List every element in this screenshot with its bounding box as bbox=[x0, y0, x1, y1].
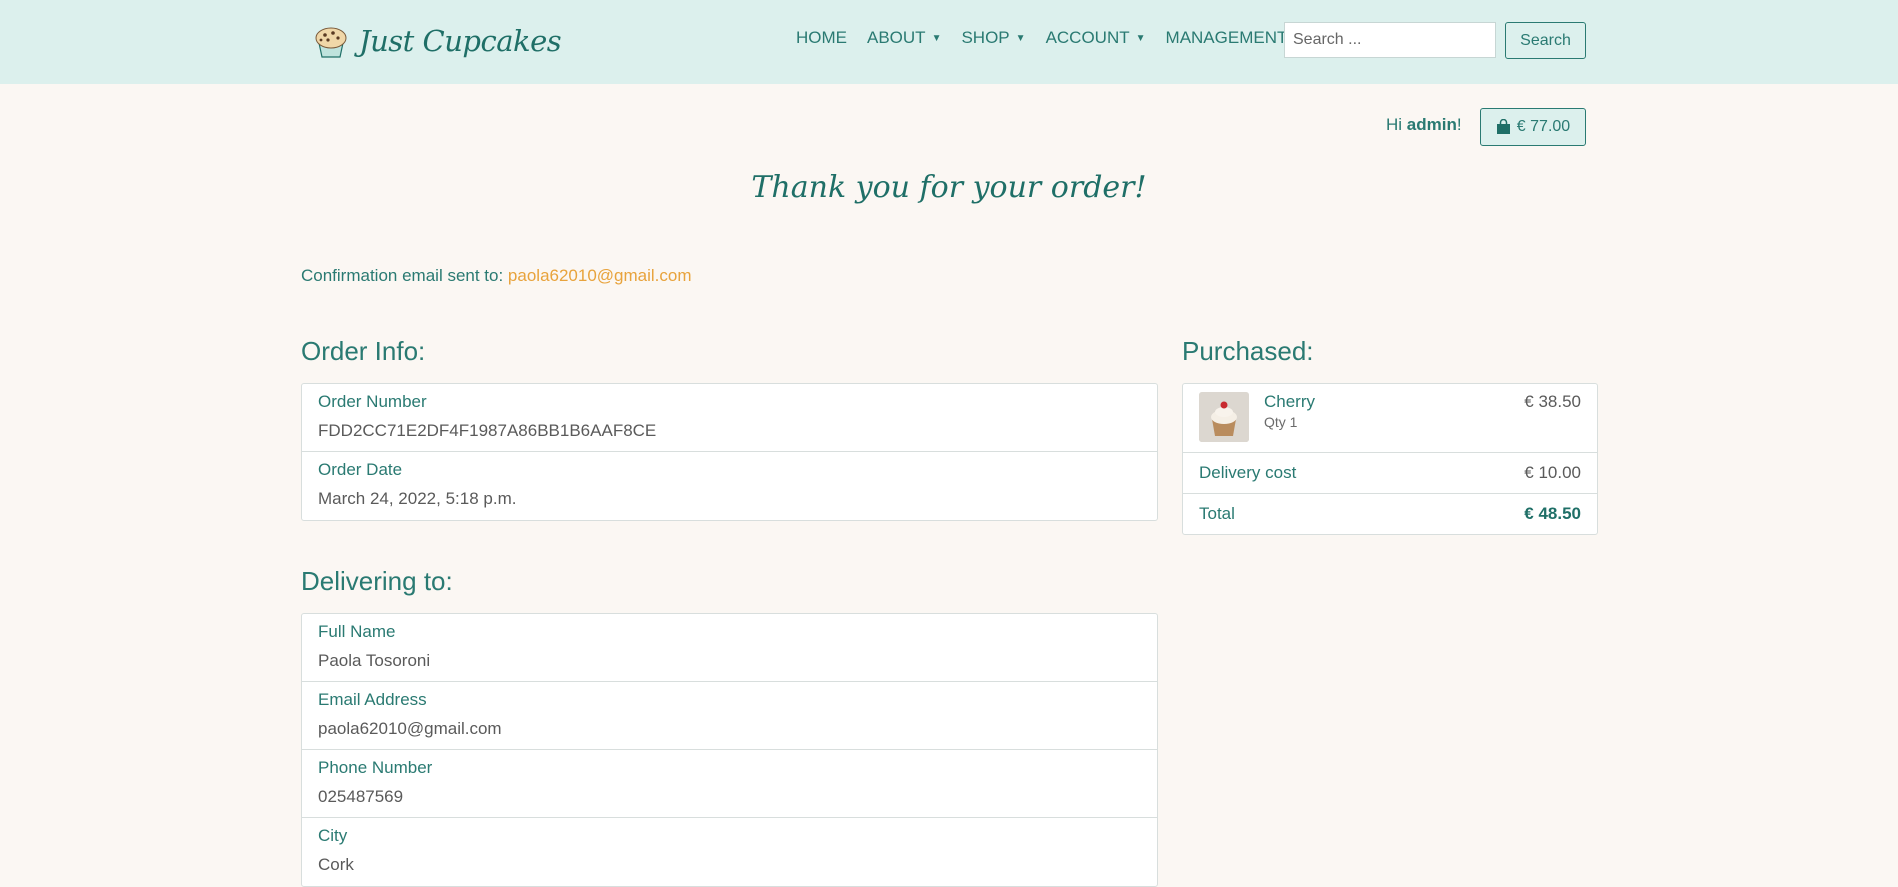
email-row: Email Address paola62010@gmail.com bbox=[302, 682, 1157, 750]
nav-account-label: ACCOUNT bbox=[1045, 28, 1130, 47]
brand-link[interactable]: Just Cupcakes bbox=[311, 18, 562, 64]
order-number-label: Order Number bbox=[318, 392, 427, 411]
order-date-row: Order Date March 24, 2022, 5:18 p.m. bbox=[302, 452, 1157, 520]
search-input[interactable] bbox=[1284, 22, 1496, 58]
purchased-item: Cherry Qty 1 € 38.50 bbox=[1183, 384, 1597, 453]
purchased-heading: Purchased: bbox=[1182, 336, 1314, 366]
nav-menu: HOME ABOUT ▼ SHOP ▼ ACCOUNT ▼ MANAGEMENT bbox=[796, 28, 1307, 48]
delivery-card: Full Name Paola Tosoroni Email Address p… bbox=[301, 613, 1158, 887]
caret-down-icon: ▼ bbox=[1135, 32, 1146, 44]
cart-button[interactable]: € 77.00 bbox=[1480, 108, 1586, 146]
page-title: Thank you for your order! bbox=[751, 170, 1147, 205]
confirmation-email[interactable]: paola62010@gmail.com bbox=[508, 266, 692, 285]
cupcake-logo-icon bbox=[315, 27, 347, 58]
total-row: Total € 48.50 bbox=[1183, 494, 1597, 534]
city-label: City bbox=[318, 826, 348, 845]
phone-row: Phone Number 025487569 bbox=[302, 750, 1157, 818]
nav-management-label: MANAGEMENT bbox=[1165, 28, 1288, 47]
greeting-prefix: Hi bbox=[1386, 115, 1407, 134]
email-value: paola62010@gmail.com bbox=[318, 719, 502, 738]
caret-down-icon: ▼ bbox=[1015, 32, 1026, 44]
item-price: € 38.50 bbox=[1524, 392, 1581, 411]
confirmation-message: Confirmation email sent to: paola62010@g… bbox=[301, 266, 692, 286]
nav-home-label: HOME bbox=[796, 28, 847, 47]
item-qty: Qty 1 bbox=[1264, 414, 1298, 430]
nav-about-dropdown[interactable]: ABOUT ▼ bbox=[867, 28, 941, 48]
delivery-cost-row: Delivery cost € 10.00 bbox=[1183, 453, 1597, 494]
nav-shop-dropdown[interactable]: SHOP ▼ bbox=[961, 28, 1025, 48]
nav-account-dropdown[interactable]: ACCOUNT ▼ bbox=[1046, 28, 1146, 48]
shopping-bag-icon bbox=[1496, 119, 1510, 134]
full-name-row: Full Name Paola Tosoroni bbox=[302, 614, 1157, 682]
delivery-cost-label: Delivery cost bbox=[1199, 463, 1297, 482]
order-number-value: FDD2CC71E2DF4F1987A86BB1B6AAF8CE bbox=[318, 421, 657, 440]
brand-name: Just Cupcakes bbox=[359, 24, 562, 58]
order-info-card: Order Number FDD2CC71E2DF4F1987A86BB1B6A… bbox=[301, 383, 1158, 521]
item-name: Cherry bbox=[1264, 392, 1316, 411]
confirmation-label: Confirmation email sent to: bbox=[301, 266, 508, 285]
order-info-heading: Order Info: bbox=[301, 336, 426, 366]
total-value: € 48.50 bbox=[1524, 504, 1581, 523]
email-label: Email Address bbox=[318, 690, 427, 709]
search-button[interactable]: Search bbox=[1505, 22, 1586, 59]
full-name-label: Full Name bbox=[318, 622, 396, 641]
user-greeting: Hi admin! bbox=[1386, 115, 1462, 135]
order-date-value: March 24, 2022, 5:18 p.m. bbox=[318, 489, 517, 508]
nav-about-label: ABOUT bbox=[867, 28, 926, 47]
total-label: Total bbox=[1199, 504, 1235, 523]
city-row: City Cork bbox=[302, 818, 1157, 886]
order-number-row: Order Number FDD2CC71E2DF4F1987A86BB1B6A… bbox=[302, 384, 1157, 452]
city-value: Cork bbox=[318, 855, 354, 874]
phone-label: Phone Number bbox=[318, 758, 433, 777]
nav-management[interactable]: MANAGEMENT bbox=[1166, 28, 1288, 48]
cart-total: € 77.00 bbox=[1516, 118, 1571, 135]
purchased-card: Cherry Qty 1 € 38.50 Delivery cost € 10.… bbox=[1182, 383, 1598, 535]
caret-down-icon: ▼ bbox=[931, 32, 942, 44]
delivering-to-heading: Delivering to: bbox=[301, 566, 453, 596]
nav-home[interactable]: HOME bbox=[796, 28, 847, 48]
order-date-label: Order Date bbox=[318, 460, 403, 479]
navbar: Just Cupcakes HOME ABOUT ▼ SHOP ▼ ACCOUN… bbox=[0, 0, 1898, 84]
cupcake-thumbnail bbox=[1199, 392, 1249, 442]
cupcake-image-icon bbox=[1199, 392, 1249, 442]
delivery-cost-value: € 10.00 bbox=[1524, 463, 1581, 482]
greeting-suffix: ! bbox=[1456, 115, 1462, 134]
phone-value: 025487569 bbox=[318, 787, 404, 806]
full-name-value: Paola Tosoroni bbox=[318, 651, 431, 670]
nav-shop-label: SHOP bbox=[961, 28, 1010, 47]
username: admin bbox=[1406, 115, 1457, 134]
